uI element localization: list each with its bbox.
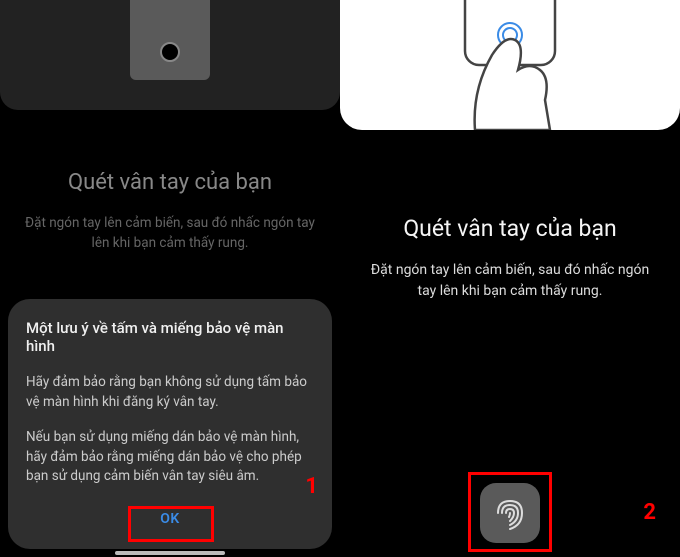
fingerprint-icon	[492, 493, 528, 533]
nav-bar-indicator	[115, 551, 225, 555]
screen-protector-dialog: Một lưu ý về tấm và miếng bảo vệ màn hìn…	[8, 299, 332, 549]
hand-illustration-area	[340, 0, 680, 130]
dialog-button-row: OK	[26, 503, 314, 535]
dialog-title: Một lưu ý về tấm và miếng bảo vệ màn hìn…	[26, 319, 314, 355]
hand-touching-sensor-illustration	[410, 0, 610, 130]
dialog-paragraph-2: Nếu bạn sử dụng miếng dán bảo vệ màn hìn…	[26, 428, 314, 487]
phone-back-illustration	[130, 0, 210, 80]
step-number-1: 1	[305, 474, 318, 499]
scan-heading: Quét vân tay của bạn	[360, 215, 660, 242]
content-area: Quét vân tay của bạn Đặt ngón tay lên cả…	[340, 215, 680, 302]
phone-illustration-area	[0, 0, 340, 110]
step-number-2: 2	[643, 500, 656, 525]
scan-heading: Quét vân tay của bạn	[20, 170, 320, 195]
screen-1: Quét vân tay của bạn Đặt ngón tay lên cả…	[0, 0, 340, 557]
dialog-paragraph-1: Hãy đảm bảo rằng bạn không sử dụng tấm b…	[26, 373, 314, 412]
fingerprint-sensor[interactable]	[480, 483, 540, 543]
scan-instruction: Đặt ngón tay lên cảm biến, sau đó nhấc n…	[360, 260, 660, 302]
ok-button[interactable]: OK	[134, 503, 206, 535]
fingerprint-sensor-area[interactable]	[480, 483, 540, 543]
scan-instruction: Đặt ngón tay lên cảm biến, sau đó nhấc n…	[20, 213, 320, 254]
screen-2: Quét vân tay của bạn Đặt ngón tay lên cả…	[340, 0, 680, 557]
content-area: Quét vân tay của bạn Đặt ngón tay lên cả…	[0, 170, 340, 254]
